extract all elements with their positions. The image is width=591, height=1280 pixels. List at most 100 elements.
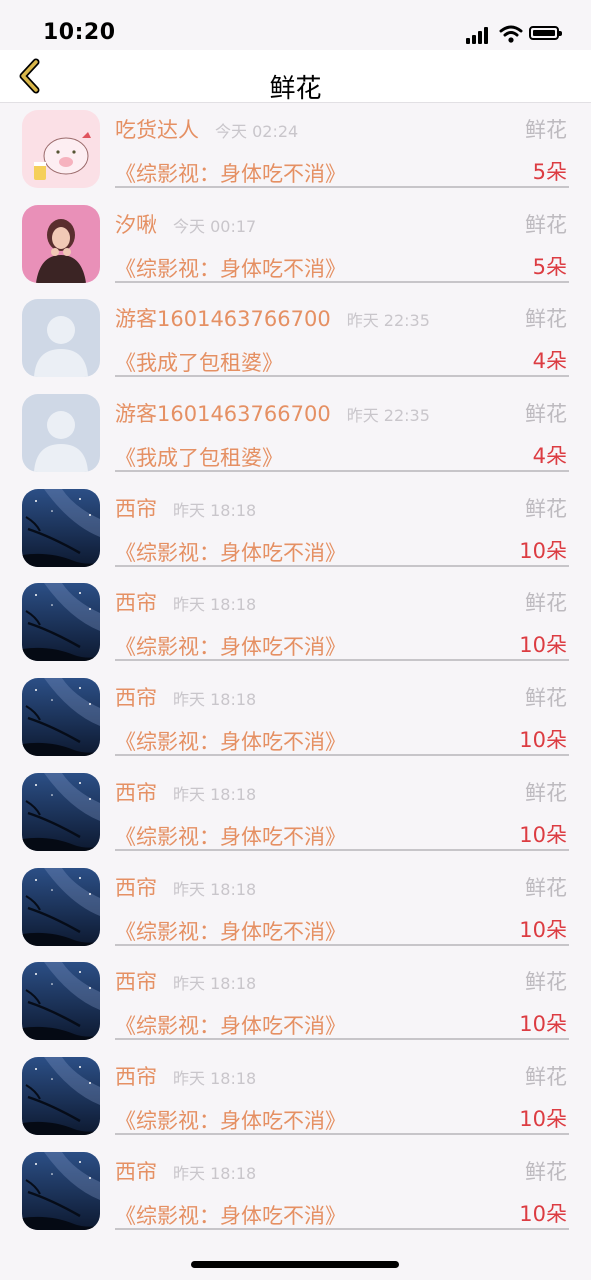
timestamp: 昨天 22:35 (346, 406, 430, 426)
user-name: 西帘 昨天 18:18 (115, 587, 256, 617)
user-name: 游客1601463766700 昨天 22:35 (115, 303, 430, 333)
divider (115, 186, 569, 188)
avatar[interactable] (22, 583, 100, 662)
user-name: 汐啾 今天 00:17 (115, 209, 256, 239)
flower-count: 10朵 (519, 1106, 567, 1131)
book-title[interactable]: 《综影视：身体吃不消》 (115, 1105, 346, 1135)
home-indicator (191, 1261, 399, 1268)
user-name-text: 西帘 (115, 970, 157, 995)
flower-count: 10朵 (519, 728, 567, 753)
book-title[interactable]: 《我成了包租婆》 (115, 347, 283, 377)
flower-count: 10朵 (519, 538, 567, 563)
gift-type: 鲜花 (525, 591, 567, 616)
list-item[interactable]: 吃货达人 今天 02:24 鲜花《综影视：身体吃不消》 5朵 (0, 108, 591, 203)
timestamp: 昨天 18:18 (173, 784, 257, 804)
user-name-text: 西帘 (115, 686, 157, 711)
divider (115, 943, 569, 946)
book-title[interactable]: 《综影视：身体吃不消》 (115, 631, 346, 661)
list-item[interactable]: 游客1601463766700 昨天 22:35 鲜花 《我成了包租婆》 4朵 (0, 297, 591, 392)
book-title[interactable]: 《综影视：身体吃不消》 (115, 821, 346, 851)
avatar[interactable] (22, 394, 100, 473)
gift-type: 鲜花 (525, 780, 567, 805)
avatar[interactable] (22, 1151, 100, 1230)
list-item[interactable]: 西帘 昨天 18:18 鲜花 《综影视：身体吃不消》 10朵 (0, 487, 591, 582)
user-name-text: 游客1601463766700 (115, 307, 331, 332)
user-name-text: 西帘 (115, 1159, 157, 1184)
divider (115, 1038, 569, 1041)
avatar[interactable] (22, 299, 100, 378)
flower-count: 5朵 (532, 160, 567, 184)
gift-type: 鲜花 (525, 686, 567, 711)
user-name: 游客1601463766700 昨天 22:35 (115, 398, 430, 428)
timestamp: 今天 02:24 (215, 122, 299, 141)
user-name-text: 西帘 (115, 1064, 157, 1089)
timestamp: 昨天 18:18 (173, 879, 257, 899)
list-item[interactable]: 游客1601463766700 昨天 22:35 鲜花《我成了包租婆》 4朵 (0, 392, 591, 487)
list-item[interactable]: 西帘 昨天 18:18 鲜花《综影视：身体吃不消》 10朵 (0, 676, 591, 771)
list-item[interactable]: 西帘 昨天 18:18 鲜花 《综影视：身体吃不消》 10朵 (0, 1150, 591, 1245)
avatar[interactable] (22, 1056, 100, 1135)
wifi-icon (499, 25, 523, 43)
timestamp: 今天 00:17 (173, 216, 257, 236)
flower-count: 10朵 (519, 633, 567, 658)
flower-count: 10朵 (519, 1201, 567, 1226)
gift-type: 鲜花 (525, 875, 567, 900)
gift-type: 鲜花 (525, 1064, 567, 1089)
timestamp: 昨天 22:35 (346, 311, 430, 331)
book-title[interactable]: 《综影视：身体吃不消》 (115, 726, 346, 756)
gift-type: 鲜花 (525, 402, 567, 427)
gift-type: 鲜花 (525, 307, 567, 332)
book-title[interactable]: 《综影视：身体吃不消》 (115, 1200, 346, 1230)
timestamp: 昨天 18:18 (173, 974, 257, 994)
divider (115, 280, 569, 283)
timestamp: 昨天 18:18 (173, 1163, 257, 1183)
list-item[interactable]: 西帘 昨天 18:18 鲜花《综影视：身体吃不消》 10朵 (0, 581, 591, 676)
book-title[interactable]: 《综影视：身体吃不消》 (115, 158, 346, 188)
gift-type: 鲜花 (525, 496, 567, 521)
cellular-signal-icon (466, 26, 492, 44)
flower-count: 5朵 (532, 254, 567, 279)
avatar[interactable] (22, 488, 100, 567)
divider (115, 1227, 569, 1230)
nav-bar: 鲜花 (0, 50, 591, 104)
user-name: 西帘 昨天 18:18 (115, 966, 256, 996)
divider (115, 375, 569, 378)
gift-type: 鲜花 (525, 212, 567, 237)
user-name-text: 吃货达人 (115, 118, 199, 142)
flower-count: 10朵 (519, 822, 567, 847)
user-name-text: 西帘 (115, 780, 157, 805)
divider (115, 754, 569, 757)
avatar[interactable] (22, 678, 100, 757)
page-title: 鲜花 (269, 74, 322, 104)
avatar[interactable] (22, 110, 100, 188)
user-name: 吃货达人 今天 02:24 (115, 114, 298, 144)
avatar[interactable] (22, 962, 100, 1041)
divider (115, 659, 569, 662)
user-name: 西帘 昨天 18:18 (115, 872, 256, 902)
flower-count: 4朵 (532, 444, 567, 469)
user-name-text: 游客1601463766700 (115, 402, 331, 427)
list-item[interactable]: 西帘 昨天 18:18 鲜花《综影视：身体吃不消》 10朵 (0, 771, 591, 866)
list-item[interactable]: 西帘 昨天 18:18 鲜花 《综影视：身体吃不消》 10朵 (0, 1055, 591, 1150)
book-title[interactable]: 《综影视：身体吃不消》 (115, 1010, 346, 1040)
user-name: 西帘 昨天 18:18 (115, 682, 256, 712)
avatar[interactable] (22, 204, 100, 283)
flower-list: 吃货达人 今天 02:24 鲜花 《综影视：身体吃不消》 5朵 汐啾 今天 00:17 鲜花《… (0, 108, 591, 1244)
list-item[interactable]: 汐啾 今天 00:17 鲜花《综影视：身体吃不消》 5朵 (0, 203, 591, 298)
divider (115, 848, 569, 851)
book-title[interactable]: 《我成了包租婆》 (115, 442, 283, 472)
avatar[interactable] (22, 867, 100, 946)
book-title[interactable]: 《综影视：身体吃不消》 (115, 537, 346, 567)
list-item[interactable]: 西帘 昨天 18:18 鲜花 《综影视：身体吃不消》 10朵 (0, 866, 591, 961)
user-name-text: 西帘 (115, 875, 157, 900)
user-name-text: 汐啾 (115, 212, 157, 237)
flower-count: 10朵 (519, 1012, 567, 1037)
gift-type: 鲜花 (525, 118, 567, 142)
battery-icon (529, 26, 562, 40)
book-title[interactable]: 《综影视：身体吃不消》 (115, 916, 346, 946)
book-title[interactable]: 《综影视：身体吃不消》 (115, 253, 346, 283)
divider (115, 1132, 569, 1135)
avatar[interactable] (22, 772, 100, 851)
list-item[interactable]: 西帘 昨天 18:18 鲜花 《综影视：身体吃不消》 10朵 (0, 960, 591, 1055)
status-bar: 10:20 (0, 0, 591, 50)
